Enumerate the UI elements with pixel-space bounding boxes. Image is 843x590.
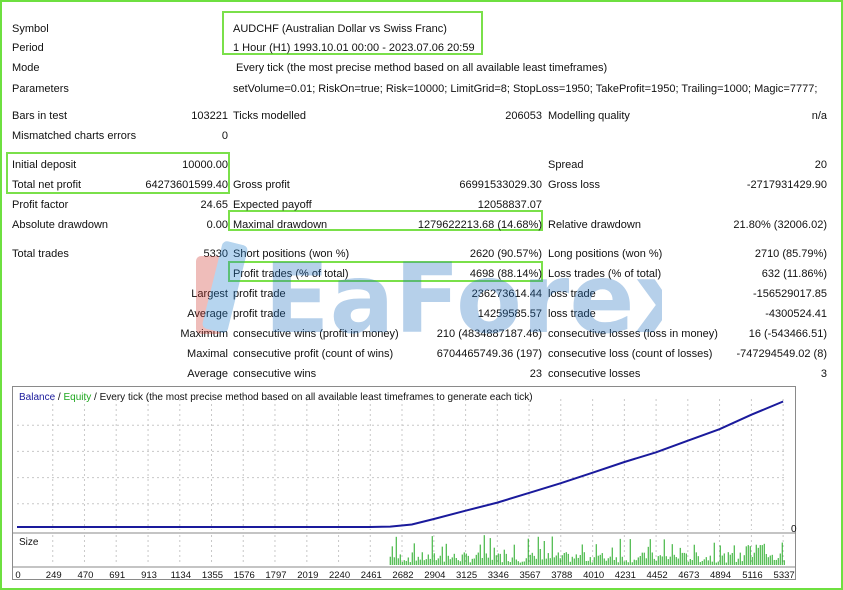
average-consec-label: Average	[187, 368, 228, 380]
loss-trades-value: 632 (11.86%)	[761, 268, 827, 280]
largest-loss-value: -156529017.85	[752, 288, 827, 300]
maximal-drawdown-label: Maximal drawdown	[233, 219, 328, 231]
x-tick-label: 4452	[646, 570, 668, 581]
balance-line	[17, 400, 784, 528]
mismatched-errors-label: Mismatched charts errors	[12, 130, 137, 142]
relative-drawdown-value: 21.80% (32006.02)	[733, 219, 827, 231]
x-tick-label: 4673	[678, 570, 700, 581]
gross-profit-label: Gross profit	[233, 179, 290, 191]
initial-deposit-value: 10000.00	[182, 159, 228, 171]
total-trades-label: Total trades	[12, 248, 69, 260]
bars-in-test-value: 103221	[191, 110, 228, 122]
long-positions-value: 2710 (85.79%)	[754, 248, 827, 260]
symbol-value: AUDCHF (Australian Dollar vs Swiss Franc…	[233, 23, 447, 35]
x-tick-label: 2240	[328, 570, 351, 581]
maximum-losses-value: 16 (-543466.51)	[748, 328, 827, 340]
average-loss-value: -4300524.41	[765, 308, 827, 320]
x-tick-label: 3346	[487, 570, 509, 581]
x-tick-label: 5337	[773, 570, 795, 581]
size-label: Size	[19, 537, 39, 548]
x-tick-label: 691	[109, 570, 126, 581]
legend-description: / Every tick (the most precise method ba…	[91, 392, 533, 403]
x-tick-label: 3788	[551, 570, 573, 581]
balance-chart-svg	[13, 399, 795, 568]
absolute-drawdown-value: 0.00	[206, 219, 228, 231]
average-consec-wins-value: 23	[529, 368, 542, 380]
x-tick-label: 4231	[614, 570, 636, 581]
gross-loss-value: -2717931429.90	[746, 179, 827, 191]
bars-in-test-label: Bars in test	[12, 110, 68, 122]
legend-equity: Equity	[63, 392, 92, 403]
relative-drawdown-label: Relative drawdown	[548, 219, 641, 231]
parameters-label: Parameters	[12, 83, 69, 95]
x-tick-label: 2019	[297, 570, 319, 581]
gross-profit-value: 66991533029.30	[459, 179, 542, 191]
logo-text: EaForex	[264, 243, 662, 354]
average-consec-losses-label: consecutive losses	[548, 368, 641, 380]
profit-factor-value: 24.65	[200, 199, 228, 211]
x-tick-label: 913	[141, 570, 157, 581]
absolute-drawdown-label: Absolute drawdown	[12, 219, 109, 231]
x-tick-label: 470	[77, 570, 94, 581]
gross-loss-label: Gross loss	[548, 179, 600, 191]
eaforex-watermark-logo: EaForex	[196, 241, 662, 354]
x-tick-label: 4010	[583, 570, 605, 581]
mode-value: Every tick (the most precise method base…	[236, 62, 608, 74]
modelling-quality-value: n/a	[811, 110, 827, 122]
period-label: Period	[12, 42, 44, 54]
balance-chart: Balance / Equity / Every tick (the most …	[12, 386, 797, 581]
x-tick-label: 1355	[201, 570, 224, 581]
ticks-modelled-label: Ticks modelled	[233, 110, 306, 122]
x-tick-label: 3125	[456, 570, 478, 581]
mode-label: Mode	[12, 62, 40, 74]
y-zero-label: 0	[791, 524, 797, 535]
x-tick-label: 5116	[742, 570, 763, 581]
profit-factor-label: Profit factor	[12, 199, 69, 211]
average-consec-losses-value: 3	[820, 368, 827, 380]
x-tick-label: 2904	[424, 570, 446, 581]
x-tick-label: 3567	[519, 570, 541, 581]
expected-payoff-label: Expected payoff	[233, 199, 312, 211]
period-value: 1 Hour (H1) 1993.10.01 00:00 - 2023.07.0…	[233, 42, 475, 54]
total-net-profit-label: Total net profit	[12, 179, 82, 191]
initial-deposit-label: Initial deposit	[12, 159, 77, 171]
total-net-profit-value: 64273601599.40	[145, 179, 228, 191]
x-tick-label: 2682	[392, 570, 414, 581]
expected-payoff-value: 12058837.07	[477, 199, 542, 211]
modelling-quality-label: Modelling quality	[548, 110, 630, 122]
x-tick-label: 4894	[709, 570, 732, 581]
maximal-losses-value: -747294549.02 (8)	[736, 348, 827, 360]
strategy-tester-report: Symbol AUDCHF (Australian Dollar vs Swis…	[0, 0, 843, 590]
maximal-drawdown-value: 1279622213.68 (14.68%)	[417, 219, 542, 231]
x-tick-label: 249	[45, 570, 62, 581]
x-tick-label: 1797	[265, 570, 287, 581]
legend-balance: Balance	[19, 392, 56, 403]
x-tick-label: 2461	[360, 570, 382, 581]
x-tick-label: 0	[15, 570, 21, 581]
spread-value: 20	[814, 159, 827, 171]
parameters-value: setVolume=0.01; RiskOn=true; Risk=10000;…	[233, 83, 818, 95]
chart-legend: Balance / Equity / Every tick (the most …	[19, 392, 533, 403]
ticks-modelled-value: 206053	[505, 110, 542, 122]
x-tick-label: 1134	[170, 570, 191, 581]
symbol-label: Symbol	[12, 23, 49, 35]
spread-label: Spread	[548, 159, 584, 171]
mismatched-errors-value: 0	[221, 130, 228, 142]
average-consec-wins-label: consecutive wins	[233, 368, 317, 380]
x-tick-label: 1576	[233, 570, 255, 581]
